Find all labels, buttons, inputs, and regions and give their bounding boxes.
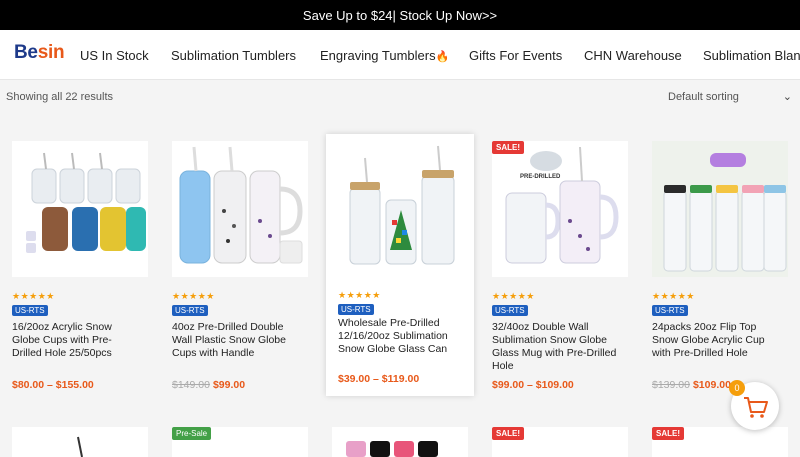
cart-count-badge: 0 [729,380,745,396]
rating-stars: ★★★★★ [492,291,535,301]
site-logo[interactable]: Besin [14,42,65,64]
rating-stars: ★★★★★ [172,291,215,301]
nav-sublimation-blank[interactable]: Sublimation Blank [703,48,800,63]
price-original: $149.00 [172,379,210,391]
product-card[interactable]: ★★★★★ US-RTS 16/20oz Acrylic Snow Globe … [0,141,148,391]
site-header: Besin US In Stock Sublimation Tumblers E… [0,30,800,80]
product-image[interactable] [172,141,308,277]
rating-stars: ★★★★★ [12,291,55,301]
product-image[interactable]: SALE! [652,427,788,457]
price-current: $99.00 [212,379,246,391]
product-title[interactable]: 32/40oz Double Wall Sublimation Snow Glo… [492,321,620,373]
product-image[interactable]: SALE! [492,427,628,457]
price-original: $139.00 [652,379,690,391]
image-caption: PRE-DRILLED [520,174,561,180]
product-card[interactable]: ★★★★★ US-RTS Wholesale Pre-Drilled 12/16… [326,134,474,396]
product-image[interactable] [332,140,468,276]
product-image[interactable] [332,427,468,457]
product-price: $80.00 – $155.00 [12,379,94,391]
sale-badge: SALE! [492,141,524,154]
nav-engraving-tumblers[interactable]: Engraving Tumblers🔥 [320,48,449,63]
sale-badge: SALE! [492,427,524,440]
price-current: $109.00 [692,379,731,391]
us-rts-badge: US-RTS [652,305,688,316]
rating-stars: ★★★★★ [338,290,381,300]
price-current: $99.00 – $109.00 [492,379,574,391]
us-rts-badge: US-RTS [492,305,528,316]
us-rts-badge: US-RTS [12,305,48,316]
promo-text[interactable]: Save Up to $24| Stock Up Now>> [303,8,497,23]
product-title[interactable]: 16/20oz Acrylic Snow Globe Cups with Pre… [12,321,140,360]
product-title[interactable]: 40oz Pre-Drilled Double Wall Plastic Sno… [172,321,300,360]
product-price: $139.00 $109.00 [652,379,731,391]
chevron-down-icon: ⌄ [782,91,792,103]
product-card[interactable]: ★★★★★ US-RTS 40oz Pre-Drilled Double Wal… [160,141,308,391]
us-rts-badge: US-RTS [172,305,208,316]
promo-bar[interactable]: Save Up to $24| Stock Up Now>> [0,0,800,30]
sort-value: Default sorting [668,91,739,103]
product-image[interactable] [652,141,788,277]
price-current: $39.00 – $119.00 [338,373,420,385]
product-card[interactable]: PRE-DRILLED SALE! ★★★★★ US-RTS 32/40oz D… [480,141,628,391]
product-image[interactable]: PRE-DRILLED SALE! [492,141,628,277]
product-title[interactable]: 24packs 20oz Flip Top Snow Globe Acrylic… [652,321,780,360]
sale-badge: SALE! [652,427,684,440]
results-count: Showing all 22 results [6,91,114,103]
product-image[interactable]: Pre-Sale [172,427,308,457]
sort-select[interactable]: Default sorting ⌄ [668,91,794,103]
presale-badge: Pre-Sale [172,427,212,440]
product-price: $39.00 – $119.00 [338,373,419,385]
product-title[interactable]: Wholesale Pre-Drilled 12/16/20oz Sublima… [338,317,466,356]
nav-us-in-stock[interactable]: US In Stock [80,48,149,63]
nav-sublimation-tumblers[interactable]: Sublimation Tumblers [171,48,296,63]
fire-icon: 🔥 [435,51,450,63]
nav-engraving-label: Engraving Tumblers [320,48,436,63]
rating-stars: ★★★★★ [652,291,695,301]
nav-chn-warehouse[interactable]: CHN Warehouse [584,48,682,63]
nav-gifts-for-events[interactable]: Gifts For Events [469,48,562,63]
cart-button[interactable]: 0 [729,380,779,430]
product-card[interactable]: ★★★★★ US-RTS 24packs 20oz Flip Top Snow … [640,141,788,391]
product-image[interactable] [12,141,148,277]
price-current: $80.00 – $155.00 [12,379,94,391]
product-price: $99.00 – $109.00 [492,379,574,391]
product-image[interactable] [12,427,148,457]
product-price: $149.00 $99.00 [172,379,245,391]
us-rts-badge: US-RTS [338,304,374,315]
